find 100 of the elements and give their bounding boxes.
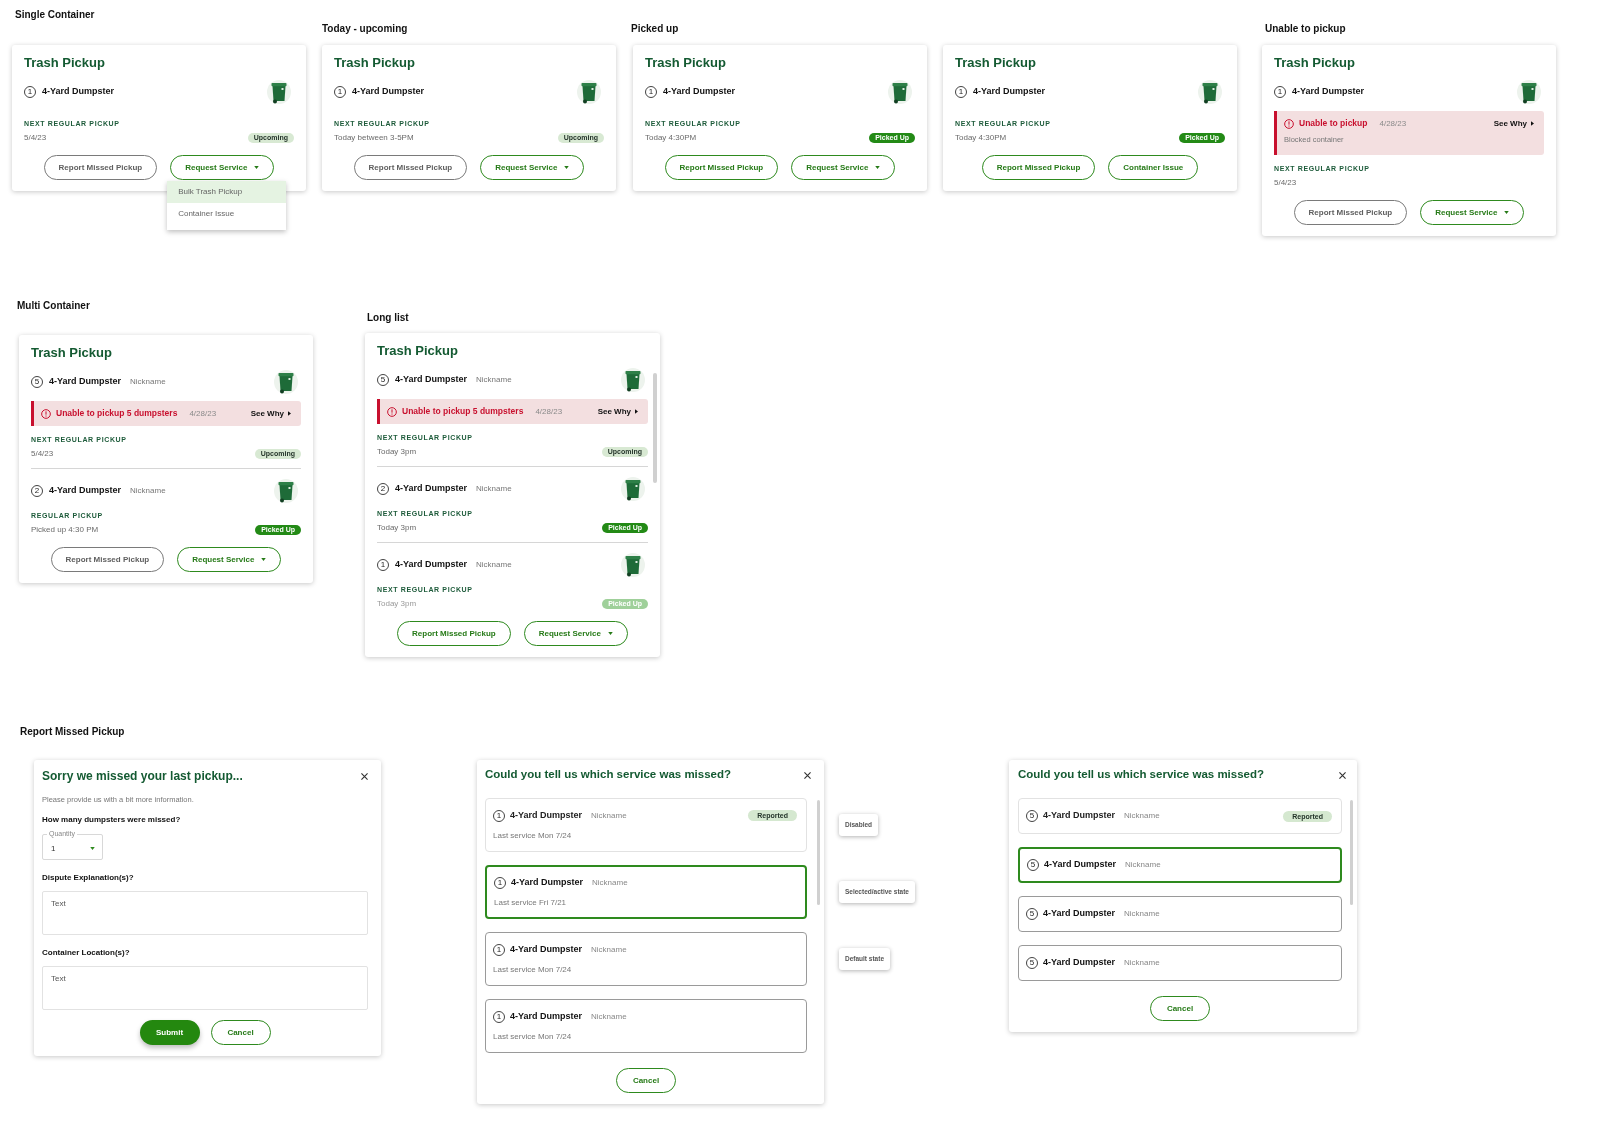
container-name: 4-Yard Dumpster xyxy=(1043,907,1116,921)
alert-date: 4/28/23 xyxy=(1379,117,1407,130)
text-area-field[interactable]: Text xyxy=(42,966,368,1010)
container-nickname: Nickname xyxy=(591,943,627,956)
alert-date: 4/28/23 xyxy=(535,405,563,418)
card-title: Trash Pickup xyxy=(31,345,113,361)
cancel-button[interactable]: Cancel xyxy=(1150,996,1210,1021)
dropdown-button[interactable]: Request Service xyxy=(523,621,628,646)
pickup-date: Picked up 4:30 PM xyxy=(31,523,99,536)
cancel-button[interactable]: Cancel xyxy=(616,1068,676,1093)
question-label: Container Location(s)? xyxy=(42,948,131,958)
scrollbar-thumb[interactable] xyxy=(1350,800,1353,905)
dumpster-icon xyxy=(621,552,645,578)
container-name: 4-Yard Dumpster xyxy=(352,85,425,99)
dumpster-icon xyxy=(274,478,298,504)
container-nickname: Nickname xyxy=(476,483,512,495)
last-service-text: Last service Mon 7/24 xyxy=(493,964,573,975)
card-title: Trash Pickup xyxy=(1274,55,1356,71)
card-title: Trash Pickup xyxy=(334,55,416,71)
close-icon[interactable] xyxy=(804,771,811,779)
dropdown-button[interactable]: Request Service xyxy=(480,155,585,180)
card-title: Trash Pickup xyxy=(377,343,459,359)
container-name: 4-Yard Dumpster xyxy=(510,808,583,822)
service-option[interactable]: 1 4-Yard Dumpster Nickname Last service Mon 7/24 xyxy=(485,932,807,986)
service-option[interactable]: 5 4-Yard Dumpster Nickname xyxy=(1018,945,1342,981)
pickup-date: 5/4/23 xyxy=(24,131,47,144)
container-name: 4-Yard Dumpster xyxy=(42,85,115,99)
see-why-link[interactable]: See Why xyxy=(1493,117,1534,130)
action-button[interactable]: Report Missed Pickup xyxy=(1293,200,1408,225)
action-button[interactable]: Container Issue xyxy=(1108,155,1199,180)
pickup-date: 5/4/23 xyxy=(31,447,54,460)
service-option[interactable]: 5 4-Yard Dumpster Nickname xyxy=(1018,896,1342,932)
container-name: 4-Yard Dumpster xyxy=(511,875,584,889)
pickup-date: Today 4:30PM xyxy=(645,131,697,144)
dumpster-icon xyxy=(577,79,601,105)
scrollbar-thumb[interactable] xyxy=(817,800,820,905)
see-why-link[interactable]: See Why xyxy=(250,407,291,420)
close-icon[interactable] xyxy=(361,772,368,780)
cancel-button[interactable]: Cancel xyxy=(210,1020,271,1045)
alert-title: Unable to pickup xyxy=(1299,117,1368,130)
submit-button[interactable]: Submit xyxy=(139,1020,200,1045)
caret-icon xyxy=(288,411,291,416)
pickup-date: Today 4:30PM xyxy=(955,131,1007,144)
pickup-date: Today 3pm xyxy=(377,597,417,610)
action-button[interactable]: Report Missed Pickup xyxy=(50,547,165,572)
container-nickname: Nickname xyxy=(591,1010,627,1023)
dumpster-icon xyxy=(274,369,298,395)
card-title: Trash Pickup xyxy=(645,55,727,71)
see-why-link[interactable]: See Why xyxy=(597,405,638,418)
dropdown-button[interactable]: Request Service xyxy=(791,155,896,180)
service-option[interactable]: 1 4-Yard Dumpster Nickname Last service Fri 7/21 xyxy=(485,865,807,919)
pickup-date: Today 3pm xyxy=(377,521,417,534)
action-button[interactable]: Report Missed Pickup xyxy=(981,155,1096,180)
question-label: Dispute Explanation(s)? xyxy=(42,873,135,883)
container-nickname: Nickname xyxy=(1125,859,1161,871)
dropdown-button[interactable]: Request Service xyxy=(177,547,282,572)
action-button[interactable]: Report Missed Pickup xyxy=(353,155,468,180)
dialog-title: Sorry we missed your last pickup... xyxy=(42,768,243,785)
close-icon[interactable] xyxy=(1339,771,1346,779)
container-nickname: Nickname xyxy=(1124,908,1160,920)
caret-icon xyxy=(90,847,95,850)
container-name: 4-Yard Dumpster xyxy=(395,373,468,387)
alert-title: Unable to pickup 5 dumpsters xyxy=(402,405,524,418)
service-option[interactable]: 1 4-Yard Dumpster Nickname Last service Mon 7/24 xyxy=(485,999,807,1053)
section-heading: Unable to pickup xyxy=(1265,23,1346,35)
dialog-title: Could you tell us which service was missed? xyxy=(1018,767,1265,783)
last-service-text: Last service Fri 7/21 xyxy=(494,897,568,908)
pickup-date: Today 3pm xyxy=(377,445,417,458)
container-nickname: Nickname xyxy=(476,559,512,571)
dumpster-icon xyxy=(1198,79,1222,105)
container-name: 4-Yard Dumpster xyxy=(973,85,1046,99)
section-heading: Picked up xyxy=(631,23,679,35)
action-button[interactable]: Report Missed Pickup xyxy=(43,155,158,180)
pickup-date: 5/4/23 xyxy=(1274,176,1297,189)
dumpster-icon xyxy=(1517,79,1541,105)
action-button[interactable]: Report Missed Pickup xyxy=(664,155,779,180)
container-nickname: Nickname xyxy=(1124,957,1160,969)
text-area-field[interactable]: Text xyxy=(42,891,368,935)
container-name: 4-Yard Dumpster xyxy=(49,375,122,389)
container-nickname: Nickname xyxy=(476,374,512,386)
container-name: 4-Yard Dumpster xyxy=(395,558,468,572)
container-name: 4-Yard Dumpster xyxy=(1043,809,1116,823)
container-nickname: Nickname xyxy=(591,809,627,822)
dumpster-icon xyxy=(888,79,912,105)
menu-item[interactable]: Bulk Trash Pickup xyxy=(167,181,287,203)
section-heading: Today - upcoming xyxy=(322,23,408,35)
caret-icon xyxy=(1531,121,1534,126)
alert-icon xyxy=(1284,118,1294,129)
section-heading: Multi Container xyxy=(17,300,90,312)
question-label: How many dumpsters were missed? xyxy=(42,815,182,825)
dumpster-icon xyxy=(621,476,645,502)
container-name: 4-Yard Dumpster xyxy=(1292,85,1365,99)
scrollbar-thumb[interactable] xyxy=(653,373,657,483)
dropdown-button[interactable]: Request Service xyxy=(170,155,275,180)
dropdown-button[interactable]: Request Service xyxy=(1420,200,1525,225)
menu-item[interactable]: Container Issue xyxy=(167,203,287,225)
service-option[interactable]: 5 4-Yard Dumpster Nickname xyxy=(1018,847,1342,883)
action-button[interactable]: Report Missed Pickup xyxy=(397,621,511,646)
section-heading: Report Missed Pickup xyxy=(20,726,125,738)
card-title: Trash Pickup xyxy=(955,55,1037,71)
